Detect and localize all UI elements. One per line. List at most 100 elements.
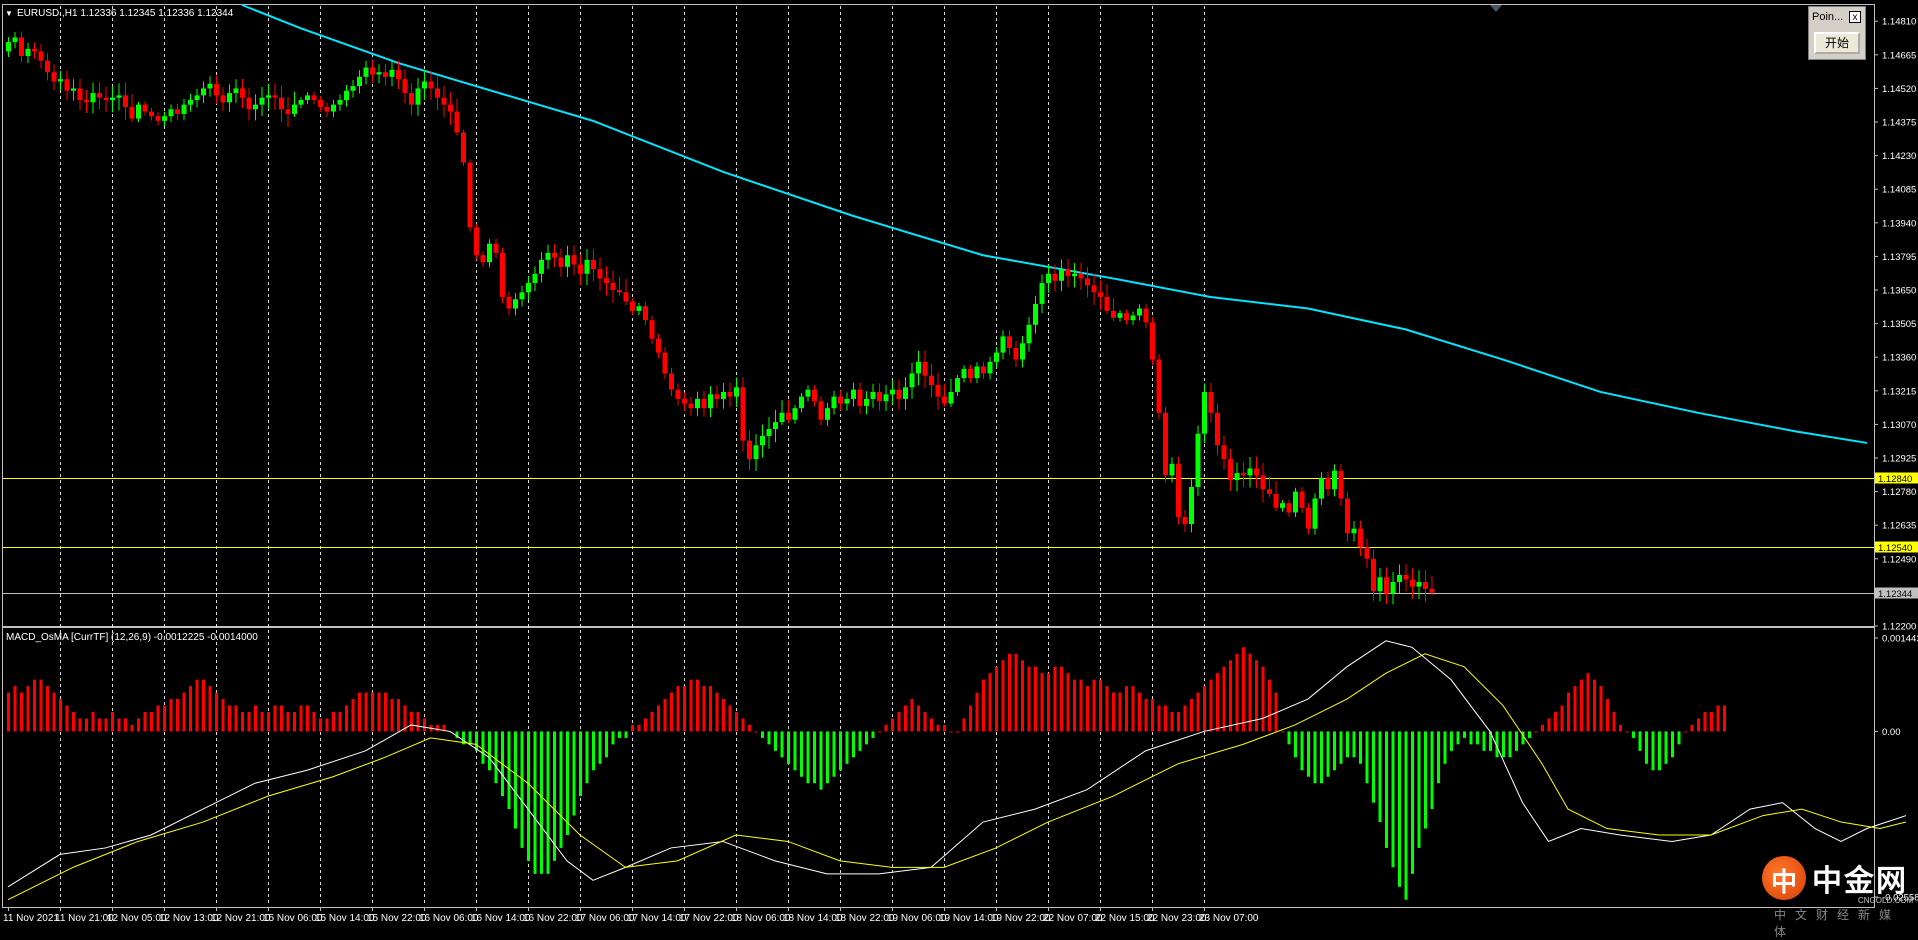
price-tick-label: 1.13940 — [1882, 218, 1916, 229]
candle-body — [1130, 315, 1136, 321]
candle-body — [51, 72, 57, 82]
candle-body — [12, 37, 18, 43]
candle-body — [1429, 588, 1435, 593]
candle-body — [1377, 577, 1383, 592]
candle-body — [688, 403, 694, 409]
time-tick-label: 11 Nov 21:00 — [55, 913, 114, 924]
candle-body — [604, 278, 609, 284]
macd-bar — [904, 705, 907, 732]
macd-bar — [696, 679, 699, 732]
candle-body — [857, 389, 863, 406]
candle-body — [981, 366, 986, 374]
close-icon[interactable]: x — [1849, 11, 1861, 23]
candle-body — [103, 97, 109, 101]
macd-bar — [982, 679, 985, 732]
macd-bar — [1131, 686, 1135, 732]
candle-body — [571, 255, 577, 265]
macd-bar — [1034, 666, 1037, 732]
macd-bar — [20, 692, 23, 732]
candle-body — [773, 422, 778, 430]
candle-body — [84, 100, 89, 103]
candle-body — [272, 95, 278, 98]
indicator-header: MACD_OsMA [CurrTF] (12,26,9) -0.0012225 … — [6, 632, 258, 643]
time-tick-label: 23 Nov 07:00 — [1199, 913, 1259, 924]
candle-body — [708, 394, 713, 409]
candle-body — [71, 88, 76, 91]
candle-body — [695, 398, 700, 409]
candle-body — [357, 76, 362, 87]
macd-bar — [930, 718, 933, 732]
macd-bar — [1430, 731, 1434, 810]
time-tick-label: 15 Nov 14:00 — [315, 913, 375, 924]
candle-body — [1189, 486, 1194, 525]
macd-bar — [553, 731, 556, 861]
macd-bar — [1528, 731, 1531, 738]
candle-body — [188, 100, 193, 105]
macd-bar — [1248, 653, 1252, 732]
macd-bar — [676, 686, 680, 732]
macd-bar — [806, 731, 810, 784]
candle-body — [649, 320, 655, 339]
macd-bar — [1560, 705, 1564, 732]
macd-bar — [130, 724, 134, 732]
macd-bar — [1300, 731, 1304, 771]
macd-bar — [104, 718, 108, 732]
macd-bar — [332, 712, 335, 732]
start-button[interactable]: 开始 — [1814, 32, 1860, 54]
candle-body — [1345, 498, 1350, 534]
macd-bar — [644, 718, 647, 732]
chart-window[interactable]: 1.12840 1.12540 1.12344 1.14810 1.14665 1.14… — [0, 0, 1918, 939]
candle-body — [721, 391, 726, 399]
candle-body — [1319, 477, 1324, 499]
candle-body — [474, 227, 479, 256]
macd-bar — [787, 731, 790, 764]
candle-body — [838, 396, 843, 404]
macd-bar — [390, 699, 394, 732]
macd-bar — [481, 731, 485, 764]
macd-bar — [657, 705, 660, 732]
chart-menu-icon[interactable]: ▼ — [5, 9, 13, 18]
macd-bar — [1027, 666, 1031, 732]
point-panel[interactable]: Poin... x 开始 — [1808, 6, 1866, 60]
macd-bar — [520, 731, 524, 848]
candle-body — [487, 243, 492, 263]
macd-bar — [832, 731, 836, 777]
macd-bar — [150, 712, 153, 732]
chart-canvas[interactable]: 1.12840 1.12540 1.12344 1.14810 1.14665 1.14… — [0, 0, 1918, 928]
candle-body — [448, 104, 453, 112]
macd-bar — [1365, 731, 1369, 784]
macd-bar — [1632, 731, 1635, 738]
candle-body — [844, 398, 850, 404]
candle-body — [370, 67, 375, 75]
time-tick-label: 18 Nov 22:00 — [835, 913, 895, 924]
macd-bar — [494, 731, 498, 784]
candle-body — [610, 283, 616, 291]
macd-bar — [202, 679, 205, 732]
macd-bar — [514, 731, 517, 829]
chart-header: EURUSD.,H1 1.12336 1.12345 1.12336 1.123… — [17, 8, 234, 19]
candle-body — [259, 97, 265, 105]
macd-bar — [631, 724, 634, 732]
candle-body — [1273, 493, 1279, 508]
candle-body — [1371, 558, 1376, 592]
macd-bar — [280, 705, 283, 732]
macd-bar — [85, 718, 88, 732]
macd-bar — [650, 712, 654, 732]
macd-bar — [1242, 647, 1245, 732]
macd-bar — [1099, 679, 1102, 732]
macd-bar — [559, 731, 563, 848]
candle-body — [903, 387, 908, 399]
macd-bar — [312, 712, 316, 732]
price-tick-label: 1.12635 — [1882, 521, 1916, 532]
macd-bar — [111, 712, 114, 732]
macd-bar — [767, 731, 771, 745]
macd-bar — [1021, 660, 1024, 732]
time-tick-label: 16 Nov 22:00 — [523, 913, 583, 924]
price-tick-label: 1.12200 — [1882, 622, 1916, 633]
candle-body — [402, 79, 408, 94]
candle-body — [1286, 503, 1292, 513]
candle-body — [129, 106, 135, 119]
macd-bar — [1606, 699, 1609, 732]
candle-body — [942, 396, 947, 404]
candle-body — [207, 83, 213, 89]
